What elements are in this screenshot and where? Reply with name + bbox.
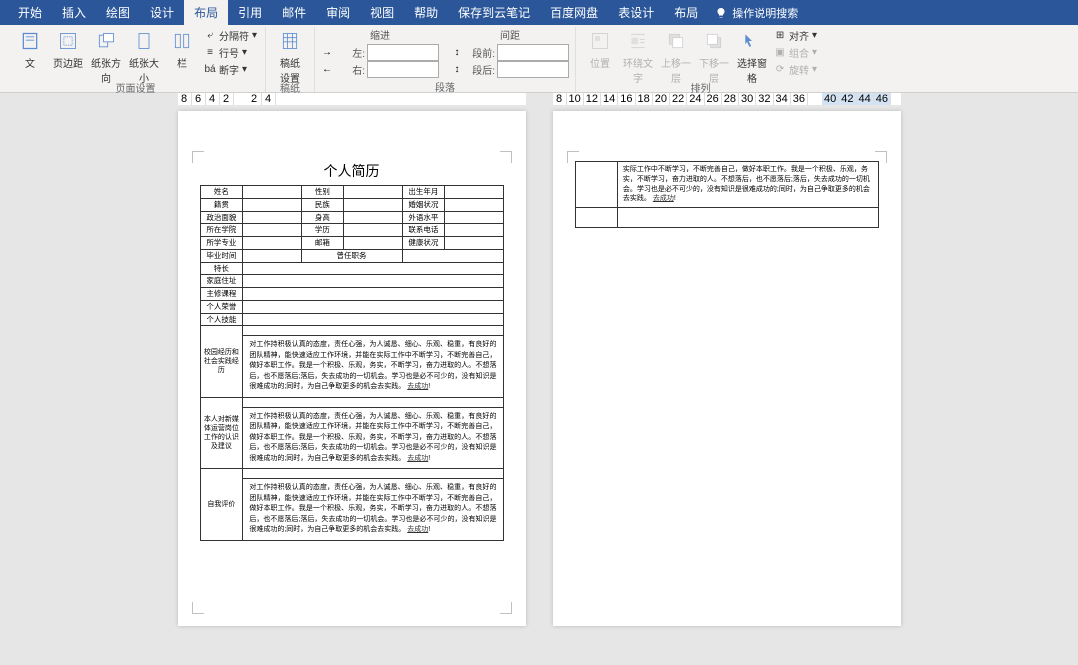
search-placeholder: 操作说明搜索 (732, 5, 798, 21)
menu-审阅[interactable]: 审阅 (316, 0, 360, 25)
group-paragraph: 缩进 →左: ←右: 间距 ↕段前: ↕段后: 段落 (315, 27, 576, 92)
columns-icon (170, 29, 194, 53)
chevron-down-icon: ▾ (812, 30, 817, 41)
indent-left-input[interactable] (367, 44, 439, 61)
resume-table-continued[interactable]: 实际工作中不断学习，不断完善自己，做好本职工作。我是一个积极、乐观，务实，不断学… (575, 161, 879, 228)
resume-table[interactable]: 姓名性别出生年月籍贯民族婚姻状况政治面貌身高外语水平所在学院学历联系电话所学专业… (200, 185, 504, 541)
manuscript-icon (278, 29, 302, 53)
line-numbers-button[interactable]: ≡行号▾ (202, 44, 259, 60)
align-icon: ⊞ (774, 29, 786, 41)
menu-保存到云笔记[interactable]: 保存到云笔记 (448, 0, 540, 25)
ribbon: 文 页边距 纸张方向 纸张大小 栏 ⤶分隔符▾ ≡行号▾ bá断字▾ (0, 25, 1078, 93)
chevron-down-icon: ▾ (812, 47, 817, 58)
lightbulb-icon (714, 6, 728, 20)
page2-link: 去成功 (653, 195, 674, 202)
wrap-icon (626, 29, 650, 53)
size-button[interactable]: 纸张大小 (126, 27, 162, 85)
breaks-icon: ⤶ (204, 29, 216, 41)
rotate-button: ⟳旋转▾ (772, 61, 819, 77)
selection-pane-button[interactable]: 选择窗格 (734, 27, 770, 85)
menu-视图[interactable]: 视图 (360, 0, 404, 25)
group-label-paragraph: 段落 (435, 79, 455, 94)
menu-邮件[interactable]: 邮件 (272, 0, 316, 25)
group-icon: ▣ (774, 46, 786, 58)
menu-引用[interactable]: 引用 (228, 0, 272, 25)
space-before-icon: ↕ (451, 47, 463, 59)
chevron-down-icon: ▾ (252, 30, 257, 41)
forward-icon (664, 29, 688, 53)
menu-设计[interactable]: 设计 (140, 0, 184, 25)
crop-mark-icon (500, 602, 512, 614)
line-numbers-icon: ≡ (204, 46, 216, 58)
wrap-text-button: 环绕文 字 (620, 27, 656, 85)
position-icon (588, 29, 612, 53)
group-page-setup: 文 页边距 纸张方向 纸张大小 栏 ⤶分隔符▾ ≡行号▾ bá断字▾ (6, 27, 266, 92)
ruler-page1[interactable]: 864224 (178, 93, 526, 105)
hyphenation-icon: bá (204, 63, 216, 75)
indent-right-icon: ← (321, 64, 333, 76)
menu-百度网盘[interactable]: 百度网盘 (540, 0, 608, 25)
align-button[interactable]: ⊞对齐▾ (772, 27, 819, 43)
indent-left-icon: → (321, 47, 333, 59)
page-size-icon (132, 29, 156, 53)
hyphenation-button[interactable]: bá断字▾ (202, 61, 259, 77)
orientation-icon (94, 29, 118, 53)
text-direction-button[interactable]: 文 (12, 27, 48, 70)
group-manuscript: 稿纸 设置 稿纸 (266, 27, 315, 92)
chevron-down-icon: ▾ (242, 47, 247, 58)
menu-布局[interactable]: 布局 (184, 0, 228, 25)
columns-button[interactable]: 栏 (164, 27, 200, 70)
menu-开始[interactable]: 开始 (8, 0, 52, 25)
crop-mark-icon (192, 151, 204, 163)
horizontal-ruler-area: 864224 810121416182022242628303234364042… (0, 93, 1078, 105)
document-viewport[interactable]: 个人简历 姓名性别出生年月籍贯民族婚姻状况政治面貌身高外语水平所在学院学历联系电… (0, 105, 1078, 655)
indent-right-input[interactable] (367, 61, 439, 78)
rotate-icon: ⟳ (774, 63, 786, 75)
indent-header: 缩进 (321, 27, 439, 44)
document-page-1[interactable]: 个人简历 姓名性别出生年月籍贯民族婚姻状况政治面貌身高外语水平所在学院学历联系电… (178, 111, 526, 626)
ruler-page2[interactable]: 8101214161820222426283032343640424446 (553, 93, 901, 105)
backward-icon (702, 29, 726, 53)
tell-me-search[interactable]: 操作说明搜索 (714, 5, 798, 21)
chevron-down-icon: ▾ (242, 64, 247, 75)
menu-帮助[interactable]: 帮助 (404, 0, 448, 25)
menu-插入[interactable]: 插入 (52, 0, 96, 25)
space-after-icon: ↕ (451, 64, 463, 76)
margins-icon (56, 29, 80, 53)
resume-title: 个人简历 (200, 161, 504, 181)
position-button: 位置 (582, 27, 618, 70)
chevron-down-icon: ▾ (812, 64, 817, 75)
selection-pane-icon (740, 29, 764, 53)
group-arrange: 位置 环绕文 字 上移一层 下移一层 选择窗格 ⊞对齐▾ ▣组合▾ ⟳旋转▾ 排… (576, 27, 825, 92)
text-direction-icon (18, 29, 42, 53)
crop-mark-icon (567, 151, 579, 163)
bring-forward-button: 上移一层 (658, 27, 694, 85)
space-after-input[interactable] (497, 61, 569, 78)
spacing-header: 间距 (451, 27, 569, 44)
space-before-input[interactable] (497, 44, 569, 61)
crop-mark-icon (192, 602, 204, 614)
send-backward-button: 下移一层 (696, 27, 732, 85)
menubar: 开始插入绘图设计布局引用邮件审阅视图帮助保存到云笔记百度网盘表设计布局 操作说明… (0, 0, 1078, 25)
menu-表设计[interactable]: 表设计 (608, 0, 664, 25)
menu-布局[interactable]: 布局 (664, 0, 708, 25)
margins-button[interactable]: 页边距 (50, 27, 86, 70)
document-page-2[interactable]: 实际工作中不断学习，不断完善自己，做好本职工作。我是一个积极、乐观，务实，不断学… (553, 111, 901, 626)
breaks-button[interactable]: ⤶分隔符▾ (202, 27, 259, 43)
group-button: ▣组合▾ (772, 44, 819, 60)
crop-mark-icon (500, 151, 512, 163)
manuscript-settings-button[interactable]: 稿纸 设置 (272, 27, 308, 85)
menu-绘图[interactable]: 绘图 (96, 0, 140, 25)
orientation-button[interactable]: 纸张方向 (88, 27, 124, 85)
crop-mark-icon (875, 151, 887, 163)
group-label-page-setup: 页面设置 (116, 80, 156, 95)
